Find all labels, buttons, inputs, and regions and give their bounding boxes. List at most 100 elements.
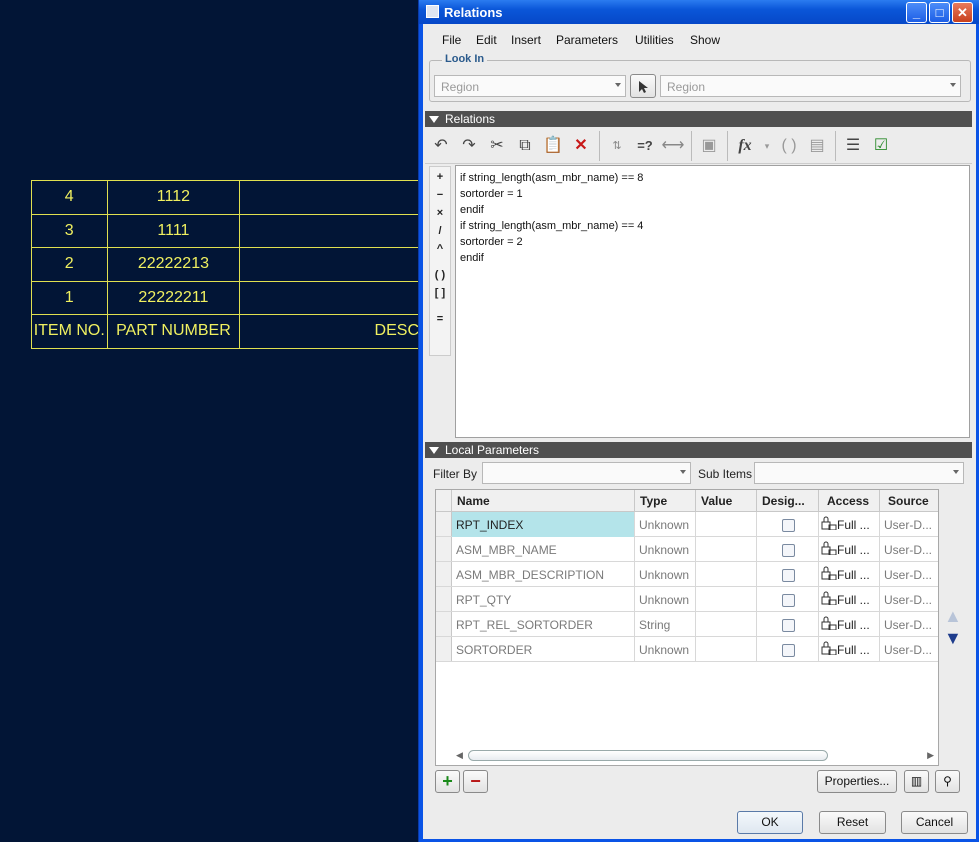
designate-checkbox[interactable] [782, 594, 795, 607]
chevron-down-icon[interactable]: ▾ [755, 134, 779, 158]
sort-relations-icon[interactable]: ⇅ [605, 134, 629, 158]
column-header-designate[interactable]: Desig... [757, 490, 819, 512]
brackets-operator-button[interactable]: [ ] [430, 287, 450, 299]
move-up-icon[interactable]: ▲ [944, 606, 962, 627]
sub-items-select[interactable] [754, 462, 964, 484]
param-access-cell[interactable]: Full ... [819, 537, 880, 562]
properties-button[interactable]: Properties... [817, 770, 897, 793]
column-header-type[interactable]: Type [635, 490, 696, 512]
local-parameters-section-header[interactable]: Local Parameters [425, 442, 972, 458]
maximize-button[interactable]: □ [929, 2, 950, 23]
equals-operator-button[interactable]: = [430, 313, 450, 325]
column-header-value[interactable]: Value [696, 490, 757, 512]
column-header-source[interactable]: Source [880, 490, 938, 512]
function-icon[interactable]: fx [733, 134, 757, 158]
param-access-cell[interactable]: Full ... [819, 612, 880, 637]
param-type-cell[interactable]: Unknown [635, 512, 696, 537]
param-source-cell[interactable]: User-D... [880, 537, 938, 562]
check-icon[interactable]: ☑ [869, 134, 893, 158]
table-row[interactable]: RPT_REL_SORTORDER String Full ... User-D… [436, 612, 938, 637]
verify-icon[interactable]: ▣ [697, 134, 721, 158]
menu-parameters[interactable]: Parameters [556, 33, 618, 47]
param-source-cell[interactable]: User-D... [880, 512, 938, 537]
param-source-cell[interactable]: User-D... [880, 587, 938, 612]
table-row[interactable]: ASM_MBR_DESCRIPTION Unknown Full ... Use… [436, 562, 938, 587]
parentheses-icon[interactable]: ( ) [777, 134, 801, 158]
param-access-cell[interactable]: Full ... [819, 562, 880, 587]
minimize-button[interactable]: _ [906, 2, 927, 23]
designate-checkbox[interactable] [782, 519, 795, 532]
param-value-cell[interactable] [696, 512, 757, 537]
menu-show[interactable]: Show [690, 33, 720, 47]
cancel-button[interactable]: Cancel [901, 811, 968, 834]
reset-button[interactable]: Reset [819, 811, 886, 834]
table-row[interactable]: RPT_QTY Unknown Full ... User-D... [436, 587, 938, 612]
power-operator-button[interactable]: ^ [430, 243, 450, 255]
relations-editor[interactable]: if string_length(asm_mbr_name) == 8 sort… [455, 165, 970, 438]
param-name-cell[interactable]: RPT_QTY [452, 587, 635, 612]
binoculars-icon[interactable]: ⚲ [935, 770, 960, 793]
param-type-cell[interactable]: Unknown [635, 637, 696, 662]
param-name-cell[interactable]: RPT_INDEX [452, 512, 635, 537]
scroll-right-icon[interactable]: ▶ [927, 750, 934, 761]
redo-icon[interactable]: ↷ [457, 134, 481, 158]
column-header-name[interactable]: Name [452, 490, 635, 512]
look-in-type-select[interactable]: Region [434, 75, 626, 97]
designate-checkbox[interactable] [782, 569, 795, 582]
param-value-cell[interactable] [696, 562, 757, 587]
menu-file[interactable]: File [442, 33, 461, 47]
copy-icon[interactable]: ⧉ [513, 134, 537, 158]
cut-icon[interactable]: ✂ [485, 134, 509, 158]
menu-insert[interactable]: Insert [511, 33, 541, 47]
divide-operator-button[interactable]: / [430, 225, 450, 237]
title-bar[interactable]: Relations _ □ ✕ [419, 0, 979, 24]
look-in-region-select[interactable]: Region [660, 75, 961, 97]
horizontal-scrollbar[interactable]: ◀ ▶ [452, 749, 938, 763]
column-header-access[interactable]: Access [819, 490, 880, 512]
undo-icon[interactable]: ↶ [429, 134, 453, 158]
remove-parameter-button[interactable]: − [463, 770, 488, 793]
designate-checkbox[interactable] [782, 544, 795, 557]
param-access-cell[interactable]: Full ... [819, 512, 880, 537]
param-source-cell[interactable]: User-D... [880, 612, 938, 637]
close-button[interactable]: ✕ [952, 2, 973, 23]
menu-utilities[interactable]: Utilities [635, 33, 674, 47]
param-value-cell[interactable] [696, 537, 757, 562]
relations-section-header[interactable]: Relations [425, 111, 972, 127]
param-access-cell[interactable]: Full ... [819, 587, 880, 612]
plus-operator-button[interactable]: + [430, 171, 450, 183]
param-type-cell[interactable]: Unknown [635, 562, 696, 587]
param-type-cell[interactable]: Unknown [635, 537, 696, 562]
param-name-cell[interactable]: ASM_MBR_NAME [452, 537, 635, 562]
multiply-operator-button[interactable]: × [430, 207, 450, 219]
scroll-left-icon[interactable]: ◀ [456, 750, 463, 761]
move-down-icon[interactable]: ▼ [944, 628, 962, 649]
table-row[interactable]: SORTORDER Unknown Full ... User-D... [436, 637, 938, 662]
param-value-cell[interactable] [696, 587, 757, 612]
filter-by-select[interactable] [482, 462, 691, 484]
add-parameter-button[interactable]: + [435, 770, 460, 793]
menu-edit[interactable]: Edit [476, 33, 497, 47]
delete-icon[interactable]: ✕ [569, 134, 593, 158]
designate-checkbox[interactable] [782, 644, 795, 657]
ok-button[interactable]: OK [737, 811, 803, 834]
param-source-cell[interactable]: User-D... [880, 637, 938, 662]
param-type-cell[interactable]: String [635, 612, 696, 637]
param-name-cell[interactable]: ASM_MBR_DESCRIPTION [452, 562, 635, 587]
param-value-cell[interactable] [696, 637, 757, 662]
parentheses-operator-button[interactable]: ( ) [430, 269, 450, 281]
param-source-cell[interactable]: User-D... [880, 562, 938, 587]
evaluate-icon[interactable]: =? [633, 134, 657, 158]
param-access-cell[interactable]: Full ... [819, 637, 880, 662]
scrollbar-thumb[interactable] [468, 750, 828, 761]
table-row[interactable]: RPT_INDEX Unknown Full ... User-D... [436, 512, 938, 537]
paste-icon[interactable]: 📋 [541, 134, 565, 158]
table-row[interactable]: ASM_MBR_NAME Unknown Full ... User-D... [436, 537, 938, 562]
param-name-cell[interactable]: RPT_REL_SORTORDER [452, 612, 635, 637]
param-insert-icon[interactable]: ▤ [805, 134, 829, 158]
param-type-cell[interactable]: Unknown [635, 587, 696, 612]
execute-icon[interactable]: ☰ [841, 134, 865, 158]
measure-icon[interactable]: ⟷ [661, 134, 685, 158]
param-name-cell[interactable]: SORTORDER [452, 637, 635, 662]
param-value-cell[interactable] [696, 612, 757, 637]
